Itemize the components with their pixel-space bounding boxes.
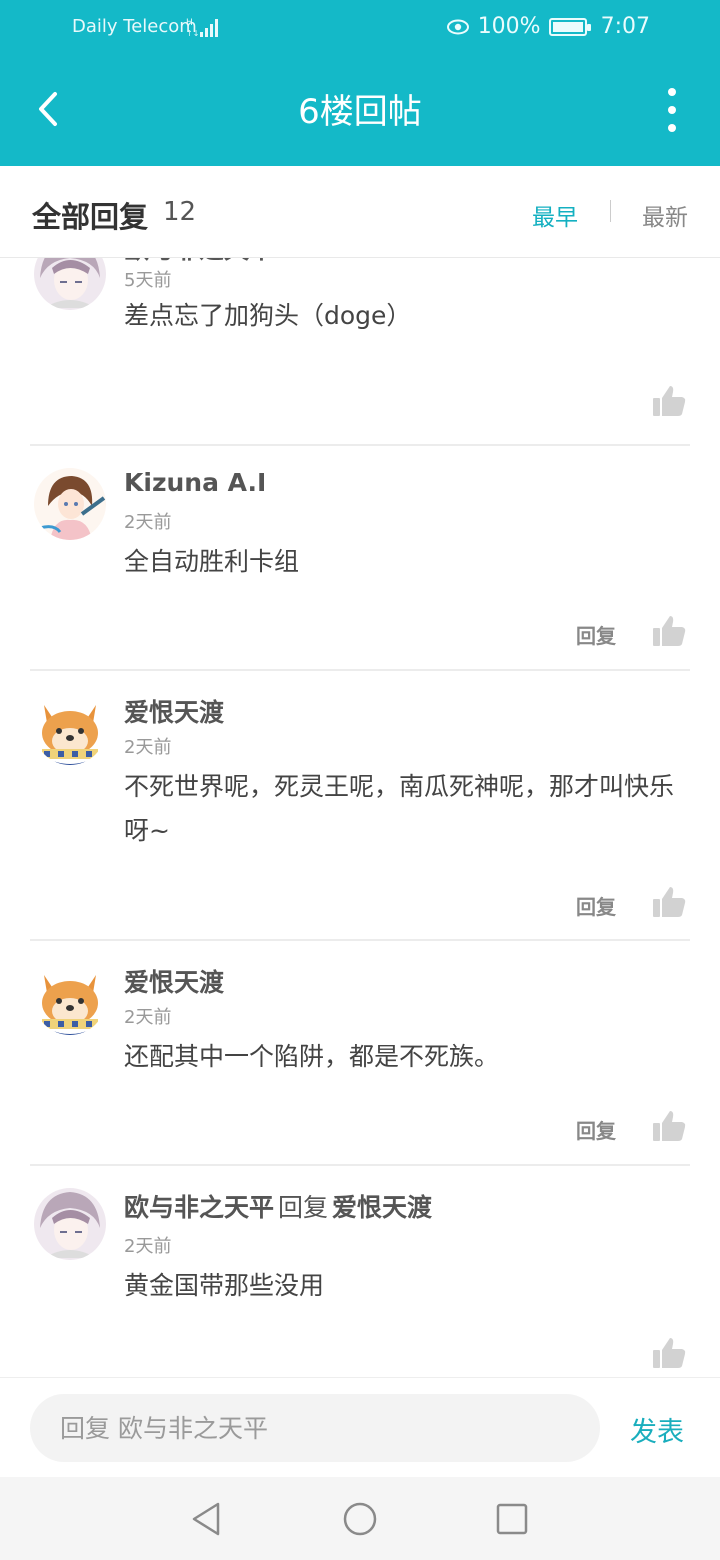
send-button[interactable]: 发表 (630, 1410, 684, 1449)
reply-input[interactable] (30, 1394, 600, 1462)
sort-divider (610, 200, 611, 222)
reply-content: 黄金国带那些没用 (124, 1271, 325, 1300)
eye-icon (446, 19, 469, 34)
reply-count: 12 (163, 197, 197, 227)
avatar[interactable] (34, 693, 106, 765)
reply-author[interactable]: Kizuna A.I (124, 468, 266, 497)
nav-bar: 6楼回帖 (0, 56, 720, 166)
reply-button[interactable]: 回复 (576, 891, 616, 920)
replies-header: 全部回复 12 最早 最新 (0, 166, 720, 258)
avatar[interactable] (34, 258, 106, 310)
signal-icon: H ↑↓ (186, 18, 218, 38)
status-right: 100% 7:07 (446, 14, 650, 39)
more-icon (668, 88, 676, 96)
battery-percent: 100% (477, 14, 541, 39)
thumb-up-icon[interactable] (652, 384, 686, 418)
reply-time: 2天前 (124, 1236, 172, 1257)
svg-text:H: H (186, 18, 193, 28)
reply-to-user[interactable]: 爱恨天渡 (332, 1193, 432, 1222)
page-title: 6楼回帖 (298, 92, 422, 132)
sort-latest-tab[interactable]: 最新 (642, 198, 688, 232)
reply-item: 爱恨天渡 2天前 还配其中一个陷阱，都是不死族。 回复 (30, 941, 690, 1166)
nav-back-icon[interactable] (188, 1501, 224, 1537)
app-header: Daily Telecom H ↑↓ 100% 7:07 6楼回帖 (0, 0, 720, 166)
reply-content: 不死世界呢，死灵王呢，南瓜死神呢，那才叫快乐呀~ (124, 772, 675, 845)
thumb-up-icon[interactable] (652, 1109, 686, 1143)
reply-content: 还配其中一个陷阱，都是不死族。 (124, 1042, 500, 1071)
svg-text:↑↓: ↑↓ (186, 29, 199, 38)
reply-time: 2天前 (124, 737, 172, 758)
reply-composer: 发表 (0, 1377, 720, 1477)
nav-home-icon[interactable] (342, 1501, 378, 1537)
reply-time: 5天前 (124, 270, 172, 291)
reply-time: 2天前 (124, 1007, 172, 1028)
reply-word: 回复 (278, 1193, 329, 1222)
reply-content: 全自动胜利卡组 (124, 547, 300, 576)
thumb-up-icon[interactable] (652, 1336, 686, 1370)
reply-item: Kizuna A.I 2天前 全自动胜利卡组 回复 (30, 446, 690, 671)
more-button[interactable] (660, 88, 684, 132)
reply-author[interactable]: 欧与非之天平 (124, 1193, 274, 1222)
sort-earliest-tab[interactable]: 最早 (532, 198, 578, 232)
reply-author[interactable]: 爱恨天渡 (124, 963, 224, 999)
battery-icon (548, 17, 591, 36)
all-replies-label: 全部回复 (32, 200, 149, 234)
reply-item: 欧与非之天平 5天前 差点忘了加狗头（doge） (30, 258, 690, 446)
reply-item: 欧与非之天平 回复 爱恨天渡 2天前 黄金国带那些没用 (30, 1166, 690, 1377)
thumb-up-icon[interactable] (652, 885, 686, 919)
clock: 7:07 (600, 14, 650, 39)
thumb-up-icon[interactable] (652, 614, 686, 648)
avatar[interactable] (34, 468, 106, 540)
reply-time: 2天前 (124, 512, 172, 533)
reply-author[interactable]: 爱恨天渡 (124, 693, 224, 729)
nav-recents-icon[interactable] (494, 1501, 530, 1537)
reply-button[interactable]: 回复 (576, 1115, 616, 1144)
reply-list: 欧与非之天平 5天前 差点忘了加狗头（doge） Kizuna A.I 2天前 … (0, 258, 720, 1377)
reply-content: 差点忘了加狗头（doge） (124, 301, 412, 330)
avatar[interactable] (34, 963, 106, 1035)
reply-item: 爱恨天渡 2天前 不死世界呢，死灵王呢，南瓜死神呢，那才叫快乐呀~ 回复 (30, 671, 690, 941)
carrier-label: Daily Telecom (72, 16, 197, 37)
system-nav-bar (0, 1477, 720, 1560)
reply-button[interactable]: 回复 (576, 620, 616, 649)
avatar[interactable] (34, 1188, 106, 1260)
reply-author[interactable]: 欧与非之天平 (124, 258, 274, 266)
status-bar: Daily Telecom H ↑↓ 100% 7:07 (0, 0, 720, 56)
reply-author-line: 欧与非之天平 回复 爱恨天渡 (124, 1188, 432, 1224)
